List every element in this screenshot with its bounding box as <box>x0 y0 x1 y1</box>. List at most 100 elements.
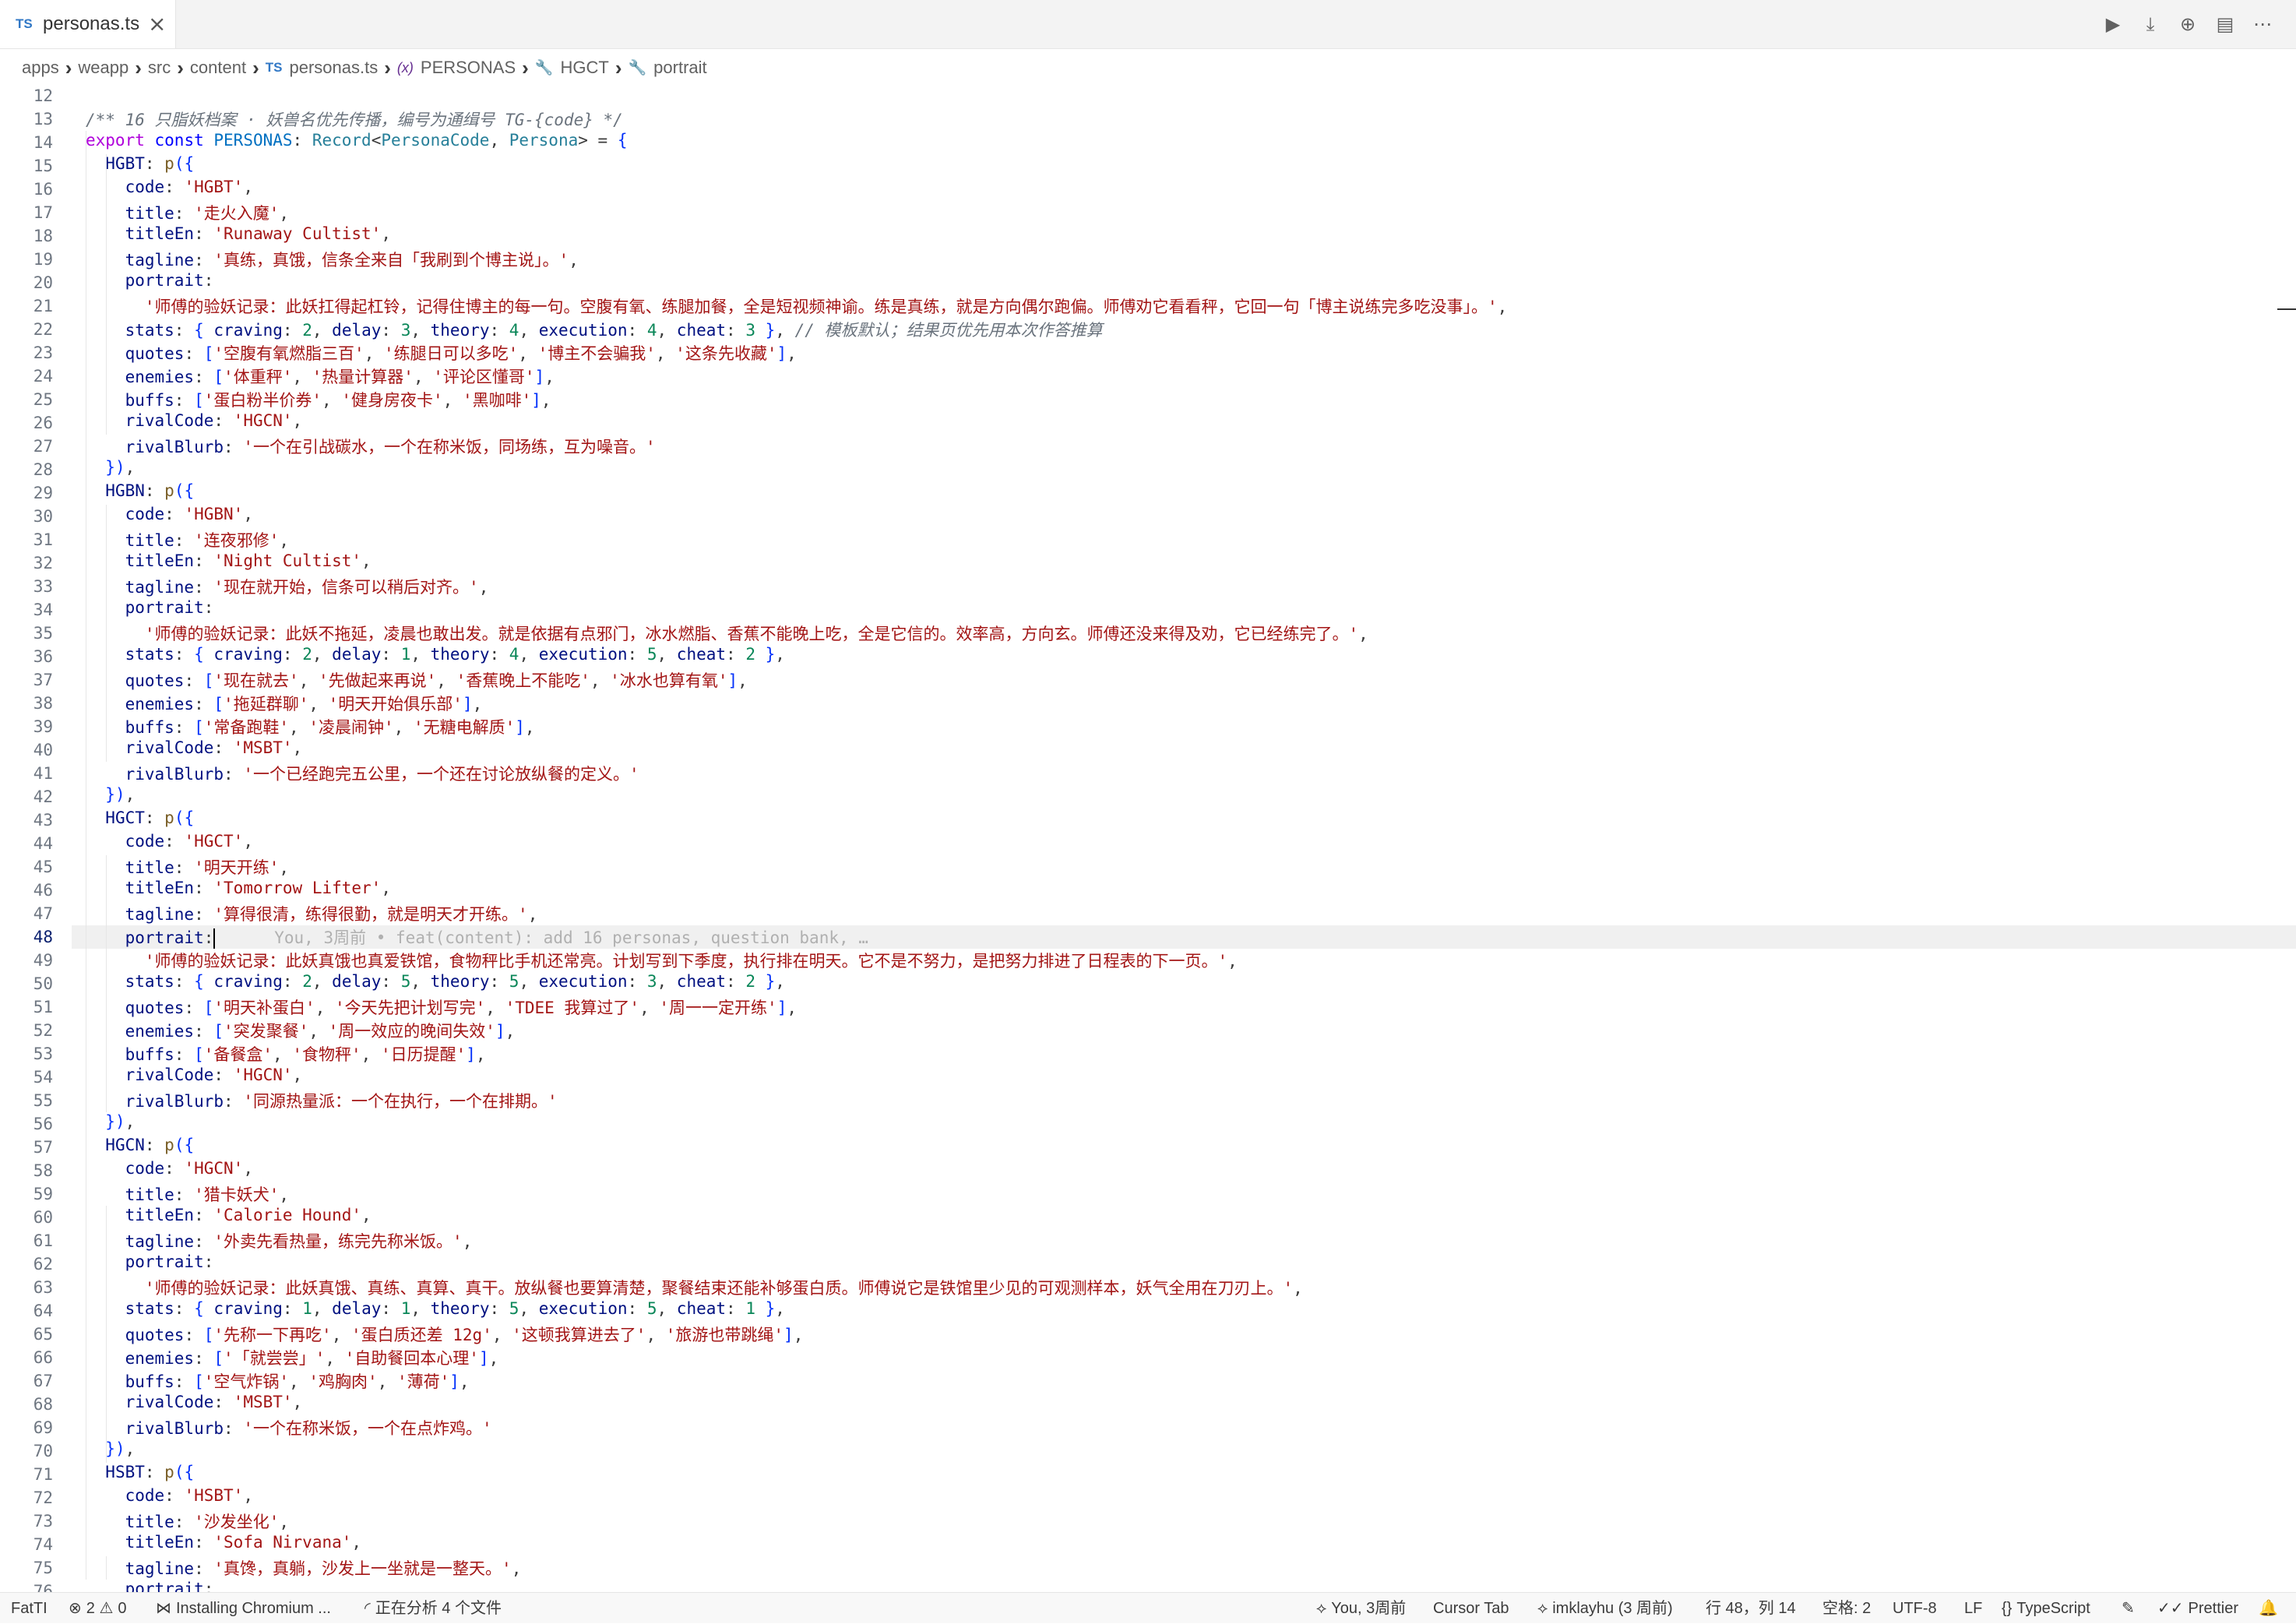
line-number[interactable]: 59 <box>0 1182 53 1206</box>
code-line[interactable]: code: 'HSBT', <box>86 1486 253 1510</box>
line-number[interactable]: 19 <box>0 248 53 271</box>
line-number[interactable]: 34 <box>0 598 53 622</box>
line-number[interactable]: 60 <box>0 1206 53 1229</box>
code-line[interactable]: HGCT: p({ <box>86 808 194 832</box>
breadcrumb-item-personas-ts[interactable]: TS personas.ts › <box>266 56 397 80</box>
status-prettier[interactable]: ✓✓ Prettier <box>2157 1593 2238 1624</box>
line-number[interactable]: 14 <box>0 131 53 154</box>
code-line[interactable]: HGBT: p({ <box>86 154 194 178</box>
breadcrumb-item-weapp[interactable]: weapp › <box>78 56 148 80</box>
line-number[interactable]: 55 <box>0 1089 53 1112</box>
line-number[interactable]: 20 <box>0 271 53 294</box>
line-number[interactable]: 53 <box>0 1042 53 1066</box>
status-notifications[interactable]: 🔔 <box>2259 1593 2283 1624</box>
code-line[interactable]: code: 'HGBT', <box>86 178 253 201</box>
line-number[interactable]: 76 <box>0 1580 53 1592</box>
line-number[interactable]: 54 <box>0 1066 53 1089</box>
status-blame[interactable]: ⟡ You, 3周前 <box>1316 1593 1406 1624</box>
line-number[interactable]: 42 <box>0 785 53 808</box>
code-line[interactable]: rivalBlurb: '一个已经跑完五公里，一个还在讨论放纵餐的定义。' <box>86 762 639 785</box>
code-line[interactable]: title: '沙发坐化', <box>86 1510 289 1533</box>
line-number[interactable]: 35 <box>0 622 53 645</box>
code-line[interactable]: quotes: ['先称一下再吃', '蛋白质还差 12g', '这顿我算进去了… <box>86 1323 804 1346</box>
line-number[interactable]: 24 <box>0 365 53 388</box>
code-line[interactable]: quotes: ['空腹有氧燃脂三百', '练腿日可以多吃', '博主不会骗我'… <box>86 341 797 365</box>
code-line[interactable]: code: 'HGBN', <box>86 505 253 528</box>
status-project[interactable]: FatTI <box>11 1593 48 1624</box>
line-number[interactable]: 32 <box>0 551 53 575</box>
code-line[interactable]: tagline: '真馋，真躺，沙发上一坐就是一整天。', <box>86 1556 522 1580</box>
line-number[interactable]: 46 <box>0 879 53 902</box>
code-editor[interactable]: 12 13 14 15 16 17 18 19 20 21 22 23 24 25 26 27 28 29 30 31… <box>0 87 2296 1592</box>
tab-personas-ts[interactable]: TS personas.ts × <box>0 0 176 48</box>
line-number[interactable]: 67 <box>0 1369 53 1393</box>
code-line[interactable]: title: '猎卡妖犬', <box>86 1182 289 1206</box>
status-indentation[interactable]: 空格: 2 <box>1822 1593 1871 1624</box>
code-line[interactable]: quotes: ['明天补蛋白', '今天先把计划写完', 'TDEE 我算过了… <box>86 995 797 1019</box>
code-line[interactable]: enemies: ['体重秤', '热量计算器', '评论区懂哥'], <box>86 365 555 388</box>
code-line[interactable]: HGCN: p({ <box>86 1136 194 1159</box>
line-number[interactable]: 45 <box>0 855 53 879</box>
status-feedback[interactable]: ✎ <box>2122 1593 2139 1624</box>
step-into-icon[interactable]: ⤓ <box>2140 12 2160 36</box>
status-eol[interactable]: LF <box>1964 1593 1982 1624</box>
line-number[interactable]: 50 <box>0 972 53 995</box>
code-line[interactable]: }), <box>86 458 135 481</box>
code-line[interactable]: titleEn: 'Calorie Hound', <box>86 1206 372 1229</box>
code-line[interactable]: stats: { craving: 2, delay: 3, theory: 4… <box>86 318 1103 341</box>
code-line[interactable]: buffs: ['空气炸锅', '鸡胸肉', '薄荷'], <box>86 1369 470 1393</box>
git-compare-icon[interactable]: ⊕ <box>2178 12 2198 36</box>
line-number[interactable]: 21 <box>0 294 53 318</box>
code-line[interactable]: portrait: <box>86 271 214 294</box>
code-line[interactable]: rivalCode: 'MSBT', <box>86 1393 303 1416</box>
line-number[interactable]: 75 <box>0 1556 53 1580</box>
status-git-author[interactable]: ⟡ imklayhu (3 周前) <box>1537 1593 1673 1624</box>
code-line[interactable]: HGBN: p({ <box>86 481 194 505</box>
line-number[interactable]: 52 <box>0 1019 53 1042</box>
line-number[interactable]: 31 <box>0 528 53 551</box>
code-line[interactable]: stats: { craving: 2, delay: 5, theory: 5… <box>86 972 785 995</box>
code-line[interactable]: rivalBlurb: '同源热量派：一个在执行，一个在排期。' <box>86 1089 558 1112</box>
code-area[interactable]: /** 16 只脂妖档案 · 妖兽名优先传播，编号为通缉号 TG-{code} … <box>86 87 2282 1592</box>
line-number[interactable]: 48 <box>0 925 53 949</box>
status-analyzing[interactable]: ◜ 正在分析 4 个文件 <box>364 1593 502 1624</box>
split-editor-icon[interactable]: ▤ <box>2215 12 2235 36</box>
status-problems[interactable]: ⊗ 2 ⚠ 0 <box>69 1593 127 1624</box>
line-number[interactable]: 27 <box>0 435 53 458</box>
line-number[interactable]: 51 <box>0 995 53 1019</box>
line-number[interactable]: 49 <box>0 949 53 972</box>
line-number[interactable]: 17 <box>0 201 53 224</box>
code-line[interactable]: enemies: ['「就尝尝」', '自助餐回本心理'], <box>86 1346 499 1369</box>
line-number[interactable]: 56 <box>0 1112 53 1136</box>
status-task[interactable]: ⋈ Installing Chromium ... <box>156 1593 331 1624</box>
line-number[interactable]: 72 <box>0 1486 53 1510</box>
more-actions-icon[interactable]: ⋯ <box>2252 12 2273 36</box>
code-line[interactable]: portrait: <box>86 1252 214 1276</box>
line-number[interactable]: 57 <box>0 1136 53 1159</box>
code-line[interactable]: rivalBlurb: '一个在引战碳水，一个在称米饭，同场练，互为噪音。' <box>86 435 656 458</box>
line-number[interactable]: 29 <box>0 481 53 505</box>
code-line[interactable]: buffs: ['备餐盒', '食物秤', '日历提醒'], <box>86 1042 486 1066</box>
line-number[interactable]: 65 <box>0 1323 53 1346</box>
line-number[interactable]: 62 <box>0 1252 53 1276</box>
code-line[interactable]: tagline: '真练，真饿，信条全来自「我刷到个博主说」。', <box>86 248 579 271</box>
code-line[interactable]: export const PERSONAS: Record<PersonaCod… <box>86 131 627 154</box>
code-line[interactable]: portrait: <box>86 598 214 622</box>
code-line[interactable]: buffs: ['蛋白粉半价券', '健身房夜卡', '黑咖啡'], <box>86 388 551 411</box>
code-line[interactable]: quotes: ['现在就去', '先做起来再说', '香蕉晚上不能吃', '冰… <box>86 668 748 692</box>
code-line[interactable]: tagline: '算得很清，练得很勤，就是明天才开练。', <box>86 902 538 925</box>
code-line[interactable]: titleEn: 'Night Cultist', <box>86 551 372 575</box>
run-icon[interactable]: ▶ <box>2103 12 2123 36</box>
code-line[interactable]: }), <box>86 1439 135 1463</box>
line-number[interactable]: 37 <box>0 668 53 692</box>
breadcrumb-item-apps[interactable]: apps › <box>22 56 78 80</box>
code-line[interactable]: code: 'HGCT', <box>86 832 253 855</box>
line-number[interactable]: 41 <box>0 762 53 785</box>
status-cursor-position[interactable]: 行 48，列 14 <box>1706 1593 1796 1624</box>
line-number[interactable]: 74 <box>0 1533 53 1556</box>
line-number[interactable]: 33 <box>0 575 53 598</box>
code-line[interactable]: '师傅的验妖记录：此妖不拖延，凌晨也敢出发。就是依据有点邪门，冰水燃脂、香蕉不能… <box>86 622 1368 645</box>
code-line[interactable]: code: 'HGCN', <box>86 1159 253 1182</box>
code-line[interactable]: rivalCode: 'HGCN', <box>86 1066 303 1089</box>
line-number[interactable]: 12 <box>0 87 53 107</box>
